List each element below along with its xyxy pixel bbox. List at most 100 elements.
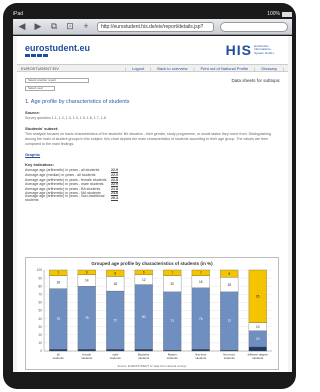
key-indicators-label: Key indicators: [25, 162, 54, 168]
data-label: 78 [85, 316, 89, 320]
back-to-overview-link[interactable]: Back to overview [157, 66, 187, 71]
eurostudent-logo[interactable]: eurostudent.eu [25, 43, 90, 57]
url-bar[interactable]: http://eurostudent.his.de/eiv/report/det… [97, 21, 214, 32]
bar-segment [49, 349, 68, 352]
data-label: 8 [114, 271, 116, 275]
status-bar: iPad 100% [13, 10, 292, 18]
forward-button[interactable]: ▶ [33, 22, 43, 31]
data-label: 20 [256, 337, 260, 341]
data-label: 9 [228, 272, 230, 276]
data-label: 72 [170, 319, 174, 323]
back-button[interactable]: ◀ [17, 22, 27, 31]
report-select[interactable]: Select another report [25, 78, 89, 83]
reader-button[interactable]: ⊡ [65, 22, 75, 31]
y-tick-label: 90 [38, 276, 42, 280]
y-tick-label: 70 [38, 293, 42, 297]
indicator-label: Average age (median) in years - all stud… [25, 173, 96, 178]
bookmarks-button[interactable]: ⧉ [49, 22, 59, 31]
year-select[interactable]: Select year [25, 86, 55, 91]
device-frame: iPad 100% ◀ ▶ ⧉ ⊡ + http://eurostudent.h… [3, 3, 296, 389]
section-title: 1. Age profile by characteristics of stu… [25, 99, 130, 105]
indicator-value[interactable]: 25.3 [111, 196, 118, 200]
subset-text: This analysis focuses on basic character… [25, 132, 271, 147]
data-label: 72 [113, 318, 117, 322]
bar-segment [106, 349, 125, 352]
x-tick-label: students [81, 356, 92, 360]
y-tick-label: 60 [38, 301, 42, 305]
subset-label: Students' subset: [25, 126, 59, 132]
data-sheets-link[interactable]: Data sheets for subtopic [231, 78, 280, 91]
indicator-value[interactable]: 22.8 [111, 178, 118, 182]
indicator-row: Average age (arithmetic) in years - Non-… [25, 194, 280, 202]
y-tick-label: 40 [38, 317, 42, 321]
data-label: 14 [85, 279, 89, 283]
battery-indicator: 100% [267, 11, 292, 17]
his-logo-subtitle: Hochschul-Informations-System GmbH [254, 43, 274, 55]
add-bookmark-button[interactable]: + [81, 22, 91, 31]
web-page: eurostudent.eu HIS Hochschul-Information… [17, 36, 288, 372]
indicator-value[interactable]: 22.9 [111, 168, 118, 172]
chart-svg: Grouped age profile by characteristics o… [37, 261, 272, 368]
data-label: 7 [57, 271, 59, 275]
bar-segment [77, 349, 96, 352]
url-text: http://eurostudent.his.de/eiv/report/det… [101, 23, 204, 30]
indicator-label: Average age (arithmetic) in years - all … [25, 168, 100, 173]
bar-segment [134, 349, 153, 352]
data-label: 18 [227, 283, 231, 287]
search-field[interactable] [220, 21, 288, 32]
key-indicators-list: Average age (arithmetic) in years - all … [17, 167, 288, 202]
indicator-label: Average age (arithmetic) in years - fema… [25, 177, 107, 182]
print-national-profile-link[interactable]: Print out of National Profile [201, 66, 249, 71]
data-label: 12 [142, 278, 146, 282]
x-tick-label: students [224, 356, 235, 360]
y-tick-label: 50 [38, 309, 42, 313]
y-tick-label: 20 [38, 333, 42, 337]
x-tick-label: students [252, 356, 263, 360]
site-header: eurostudent.eu HIS Hochschul-Information… [17, 36, 288, 64]
his-logo-letters: HIS [225, 42, 252, 58]
logout-link[interactable]: Logout [132, 66, 144, 71]
x-tick-label: students [110, 356, 121, 360]
data-label: 16 [56, 280, 60, 284]
navigation-bar: EUROSTUDENT EIV | Logout | Back to overv… [17, 64, 288, 72]
chart-legend: Source: EUROSTUDENT IV, data from nation… [117, 364, 187, 368]
nav-links: | Logout | Back to overview | Print out … [124, 65, 284, 71]
source-label: Source: [25, 110, 40, 115]
indicator-value[interactable]: 22.9 [111, 182, 118, 186]
indicator-value[interactable]: 22.0 [111, 173, 118, 177]
carrier-label: iPad [13, 11, 24, 17]
indicator-value[interactable]: 23.8 [111, 191, 118, 195]
browser-toolbar: ◀ ▶ ⧉ ⊡ + http://eurostudent.his.de/eiv/… [13, 19, 292, 35]
select-group: Select another report Select year [25, 78, 89, 91]
his-logo[interactable]: HIS Hochschul-Informations-System GmbH [226, 42, 280, 58]
data-label: 75 [56, 317, 60, 321]
chart-title: Grouped age profile by characteristics o… [91, 261, 213, 266]
data-label: 6 [86, 271, 88, 275]
bar-segment [248, 346, 267, 352]
age-profile-chart: Grouped age profile by characteristics o… [25, 257, 279, 370]
battery-icon [282, 11, 292, 17]
report-controls: Select another report Select year Data s… [17, 72, 288, 91]
x-tick-label: students [167, 356, 178, 360]
indicator-label: Average age (arithmetic) in years - male… [25, 182, 104, 187]
battery-percent: 100% [267, 11, 280, 17]
indicator-label: Average age (arithmetic) in years - BA s… [25, 186, 101, 191]
graphic-link[interactable]: Graphic [17, 147, 288, 157]
data-label: 7 [171, 271, 173, 275]
y-tick-label: 10 [38, 341, 42, 345]
data-label: 76 [199, 317, 203, 321]
logo-boxes [25, 54, 90, 57]
glossary-link[interactable]: Glossary [261, 66, 277, 71]
y-tick-label: 100 [37, 268, 43, 272]
data-label: 6 [143, 271, 145, 275]
data-label: 18 [113, 282, 117, 286]
data-label: 65 [256, 295, 260, 299]
y-tick-label: 80 [38, 284, 42, 288]
x-tick-label: students [53, 356, 64, 360]
x-tick-label: students [138, 356, 149, 360]
indicator-value[interactable]: 21.8 [111, 187, 118, 191]
data-label: 72 [227, 319, 231, 323]
browser-viewport: eurostudent.eu HIS Hochschul-Information… [13, 36, 292, 372]
y-tick-label: 30 [38, 325, 42, 329]
data-label: 15 [199, 280, 203, 284]
